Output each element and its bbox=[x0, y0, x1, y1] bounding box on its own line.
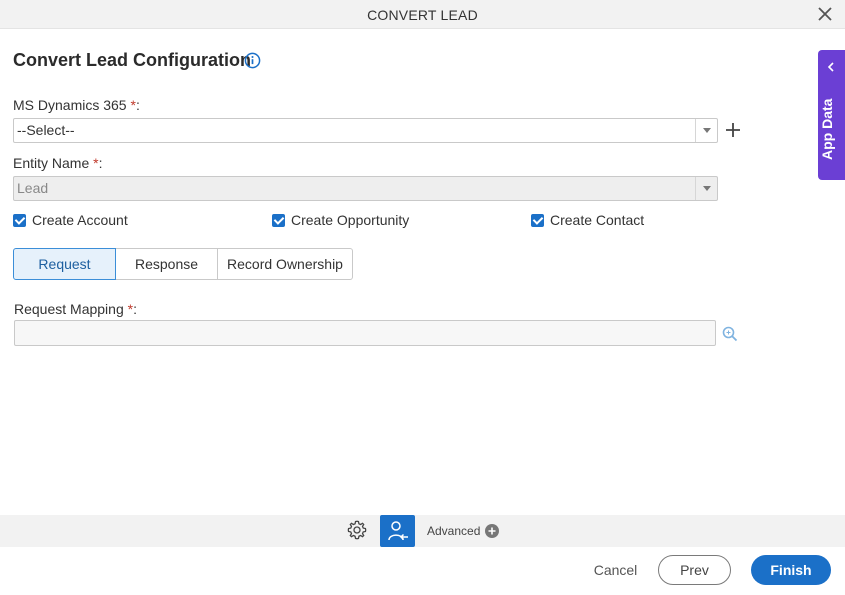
request-mapping-input[interactable] bbox=[14, 320, 716, 346]
plus-circle-icon[interactable] bbox=[485, 524, 499, 538]
request-mapping-label: Request Mapping *: bbox=[14, 301, 137, 317]
title-bar: CONVERT LEAD bbox=[0, 0, 845, 29]
label-colon: : bbox=[133, 301, 137, 317]
advanced-label[interactable]: Advanced bbox=[427, 524, 480, 538]
plus-icon[interactable] bbox=[724, 121, 742, 139]
app-data-label: App Data bbox=[819, 98, 835, 160]
close-icon[interactable] bbox=[817, 6, 833, 22]
ms-dynamics-select-value: --Select-- bbox=[17, 122, 75, 138]
checkbox-checked-icon[interactable] bbox=[272, 213, 285, 227]
create-opportunity-checkbox[interactable]: Create Opportunity bbox=[272, 212, 409, 228]
entity-name-label-text: Entity Name bbox=[13, 155, 90, 171]
bottom-toolbar bbox=[0, 515, 845, 547]
chevron-left-icon[interactable] bbox=[826, 62, 836, 72]
tab-record-ownership[interactable]: Record Ownership bbox=[218, 248, 353, 280]
user-convert-icon bbox=[388, 521, 408, 541]
finish-button[interactable]: Finish bbox=[751, 555, 831, 585]
ms-dynamics-label: MS Dynamics 365 *: bbox=[13, 97, 140, 113]
create-account-checkbox[interactable]: Create Account bbox=[13, 212, 128, 228]
entity-name-select-value: Lead bbox=[17, 180, 49, 196]
label-colon: : bbox=[98, 155, 103, 171]
page-title: Convert Lead Configuration bbox=[13, 50, 251, 70]
tab-request[interactable]: Request bbox=[13, 248, 116, 280]
cancel-button[interactable]: Cancel bbox=[583, 556, 648, 584]
entity-name-select: Lead bbox=[13, 176, 718, 201]
label-colon: : bbox=[135, 97, 140, 113]
request-mapping-label-text: Request Mapping bbox=[14, 301, 124, 317]
chevron-down-icon[interactable] bbox=[695, 119, 717, 142]
mapping-tabs: Request Response Record Ownership bbox=[13, 248, 353, 280]
create-contact-checkbox[interactable]: Create Contact bbox=[531, 212, 644, 228]
prev-button[interactable]: Prev bbox=[658, 555, 731, 585]
user-convert-button[interactable] bbox=[380, 515, 415, 547]
gear-icon[interactable] bbox=[346, 519, 368, 541]
ms-dynamics-label-text: MS Dynamics 365 bbox=[13, 97, 127, 113]
chevron-down-icon bbox=[695, 177, 717, 200]
ms-dynamics-select[interactable]: --Select-- bbox=[13, 118, 718, 143]
checkbox-checked-icon[interactable] bbox=[13, 213, 26, 227]
create-account-label: Create Account bbox=[32, 212, 128, 228]
checkbox-checked-icon[interactable] bbox=[531, 213, 544, 227]
entity-name-label: Entity Name *: bbox=[13, 155, 102, 171]
app-data-panel-toggle[interactable]: App Data bbox=[818, 50, 845, 180]
info-icon[interactable] bbox=[244, 52, 261, 69]
lookup-icon[interactable] bbox=[722, 326, 738, 342]
tab-response[interactable]: Response bbox=[116, 248, 218, 280]
window-title: CONVERT LEAD bbox=[367, 7, 478, 23]
create-contact-label: Create Contact bbox=[550, 212, 645, 228]
create-opportunity-label: Create Opportunity bbox=[291, 212, 410, 228]
